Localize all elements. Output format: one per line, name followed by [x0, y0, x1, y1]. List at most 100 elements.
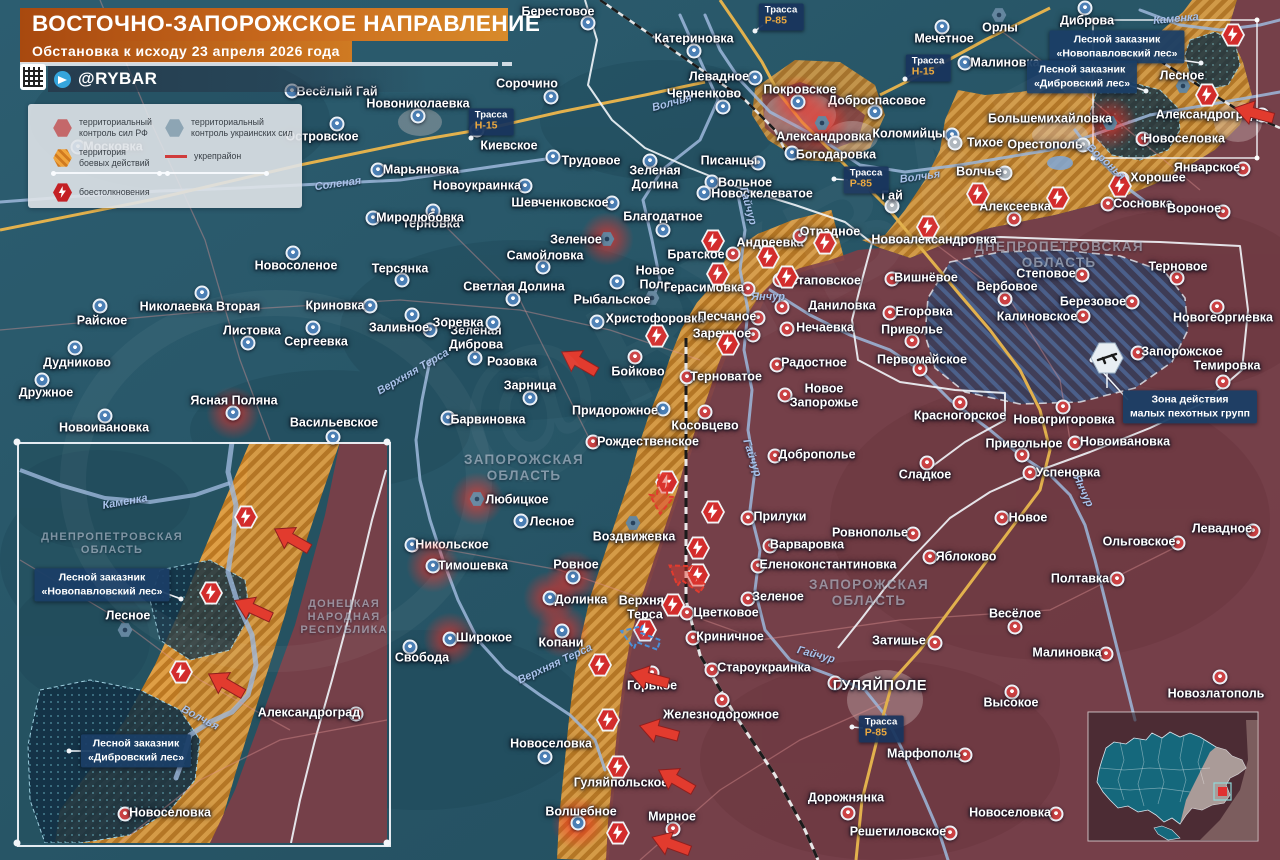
town-label: Воздвижевка: [593, 530, 676, 544]
map-subtitle: Обстановка к исходу 23 апреля 2026 года: [20, 41, 352, 63]
town-label: Успеновка: [1036, 466, 1101, 480]
town-marker: [687, 44, 702, 59]
channel-bar: @RYBAR: [48, 66, 426, 92]
connector-dot: [753, 29, 758, 34]
title-underline-dash: [502, 62, 512, 66]
town-label: Весёлое: [989, 607, 1041, 621]
town-marker: [995, 511, 1010, 526]
town-marker: [546, 150, 561, 165]
legend-fortified-line-label: укрепрайон: [194, 151, 241, 162]
highway-label: ТрассаН-15: [469, 109, 514, 136]
map-title: ВОСТОЧНО-ЗАПОРОЖСКОЕ НАПРАВЛЕНИЕ: [20, 8, 508, 41]
town-label: Криничное: [696, 630, 764, 644]
town-label: Малиновка: [1032, 646, 1101, 660]
clash-icon: [606, 821, 630, 845]
town-marker: [506, 292, 521, 307]
town-label: Новосоленое: [255, 259, 338, 273]
town-label: Вербовое: [976, 280, 1037, 294]
town-label: Новоселовка: [510, 737, 592, 751]
town-label: Высокое: [984, 696, 1039, 710]
town-label: Дружное: [19, 386, 73, 400]
inset-frame-dot: [384, 439, 391, 446]
town-marker: [1216, 375, 1231, 390]
town-label: Зеленое: [550, 233, 602, 247]
connector-dot: [469, 136, 474, 141]
town-marker: [411, 109, 426, 124]
town-label: Новоселовка: [969, 806, 1051, 820]
clash-icon: [596, 708, 620, 732]
town-label: Варваровка: [770, 538, 844, 552]
town-label: Свобода: [395, 651, 449, 665]
town-label: Зеленое: [752, 590, 804, 604]
river-label: Гайчур: [740, 438, 763, 479]
town-label: Катериновка: [654, 32, 733, 46]
town-marker: [195, 286, 210, 301]
town-label: Марфополь: [887, 747, 961, 761]
town-label: Зеленая Долина: [629, 165, 680, 192]
river-label: Каменка: [1153, 11, 1199, 27]
clash-icon: [169, 660, 193, 684]
region-label: ЗАПОРОЖСКАЯ ОБЛАСТЬ: [809, 577, 929, 609]
channel-name: @RYBAR: [78, 69, 157, 89]
town-label: Новое: [1009, 511, 1048, 525]
town-label: Новоивановка: [1080, 435, 1170, 449]
clash-icon: [1195, 83, 1219, 107]
inset-frame-dot: [384, 840, 391, 847]
connector-dot: [850, 725, 855, 730]
town-label: Марьяновка: [383, 163, 459, 177]
town-label: Сорочино: [496, 77, 558, 91]
town-label: Лесное: [1160, 69, 1205, 83]
town-marker: [544, 90, 559, 105]
clash-icon: [701, 500, 725, 524]
situation-map: @RYBAR Весёлый ГайНовониколаевкаОстровск…: [0, 0, 1280, 860]
town-label: Привольное: [986, 437, 1063, 451]
legend-ua-control-icon: [165, 118, 184, 137]
town-marker: [1213, 670, 1228, 685]
town-label: Киевское: [480, 139, 537, 153]
connector-dot: [903, 77, 908, 82]
clash-icon: [686, 536, 710, 560]
town-marker: [1076, 309, 1091, 324]
town-label: Косовцево: [671, 419, 738, 433]
town-label: Лесное: [530, 515, 575, 529]
town-label: Егоровка: [895, 305, 952, 319]
inset-frame-dot: [14, 840, 21, 847]
town-label: Трудовое: [562, 154, 621, 168]
town-marker: [715, 693, 730, 708]
town-marker: [841, 806, 856, 821]
town-marker: [748, 71, 763, 86]
town-label: Писанцы: [701, 154, 758, 168]
town-label: Староукраинка: [717, 661, 810, 675]
town-label: Темировка: [1194, 359, 1261, 373]
legend-combat-zone-icon: [53, 148, 72, 167]
watermark-circle: [60, 290, 492, 672]
town-label: Мечетное: [914, 32, 973, 46]
town-marker: [1125, 295, 1140, 310]
town-label: Дорожнянка: [808, 791, 884, 805]
map-legend: территориальный контроль сил РФ территор…: [28, 104, 302, 208]
town-marker: [93, 299, 108, 314]
town-label: Январское: [1174, 161, 1240, 175]
town-label: Вороное: [1167, 202, 1221, 216]
town-label: Левадное: [689, 70, 749, 84]
town-label: Светлая Долина: [463, 280, 564, 294]
qr-code: [20, 64, 46, 90]
town-label: Широкое: [456, 631, 512, 645]
town-marker: [538, 750, 553, 765]
connector-dot: [67, 749, 72, 754]
town-label: Миролюбовка: [376, 211, 464, 225]
town-label: Терновое: [1149, 260, 1208, 274]
town-marker: [626, 516, 641, 531]
highway-label: ТрассаР-85: [859, 716, 904, 743]
town-label: Сладкое: [899, 468, 952, 482]
town-label: Калиновское: [997, 310, 1078, 324]
town-marker: [1110, 572, 1125, 587]
town-label: Новоселовка: [1143, 132, 1225, 146]
town-label: Терсянка: [372, 262, 429, 276]
town-label: ГУЛЯЙПОЛЕ: [833, 679, 927, 695]
town-label: Левадное: [1192, 522, 1252, 536]
town-label: Райское: [77, 314, 127, 328]
town-label: Затишье: [872, 634, 926, 648]
town-label: Запорожское: [1141, 345, 1222, 359]
town-label: Прилуки: [754, 510, 807, 524]
